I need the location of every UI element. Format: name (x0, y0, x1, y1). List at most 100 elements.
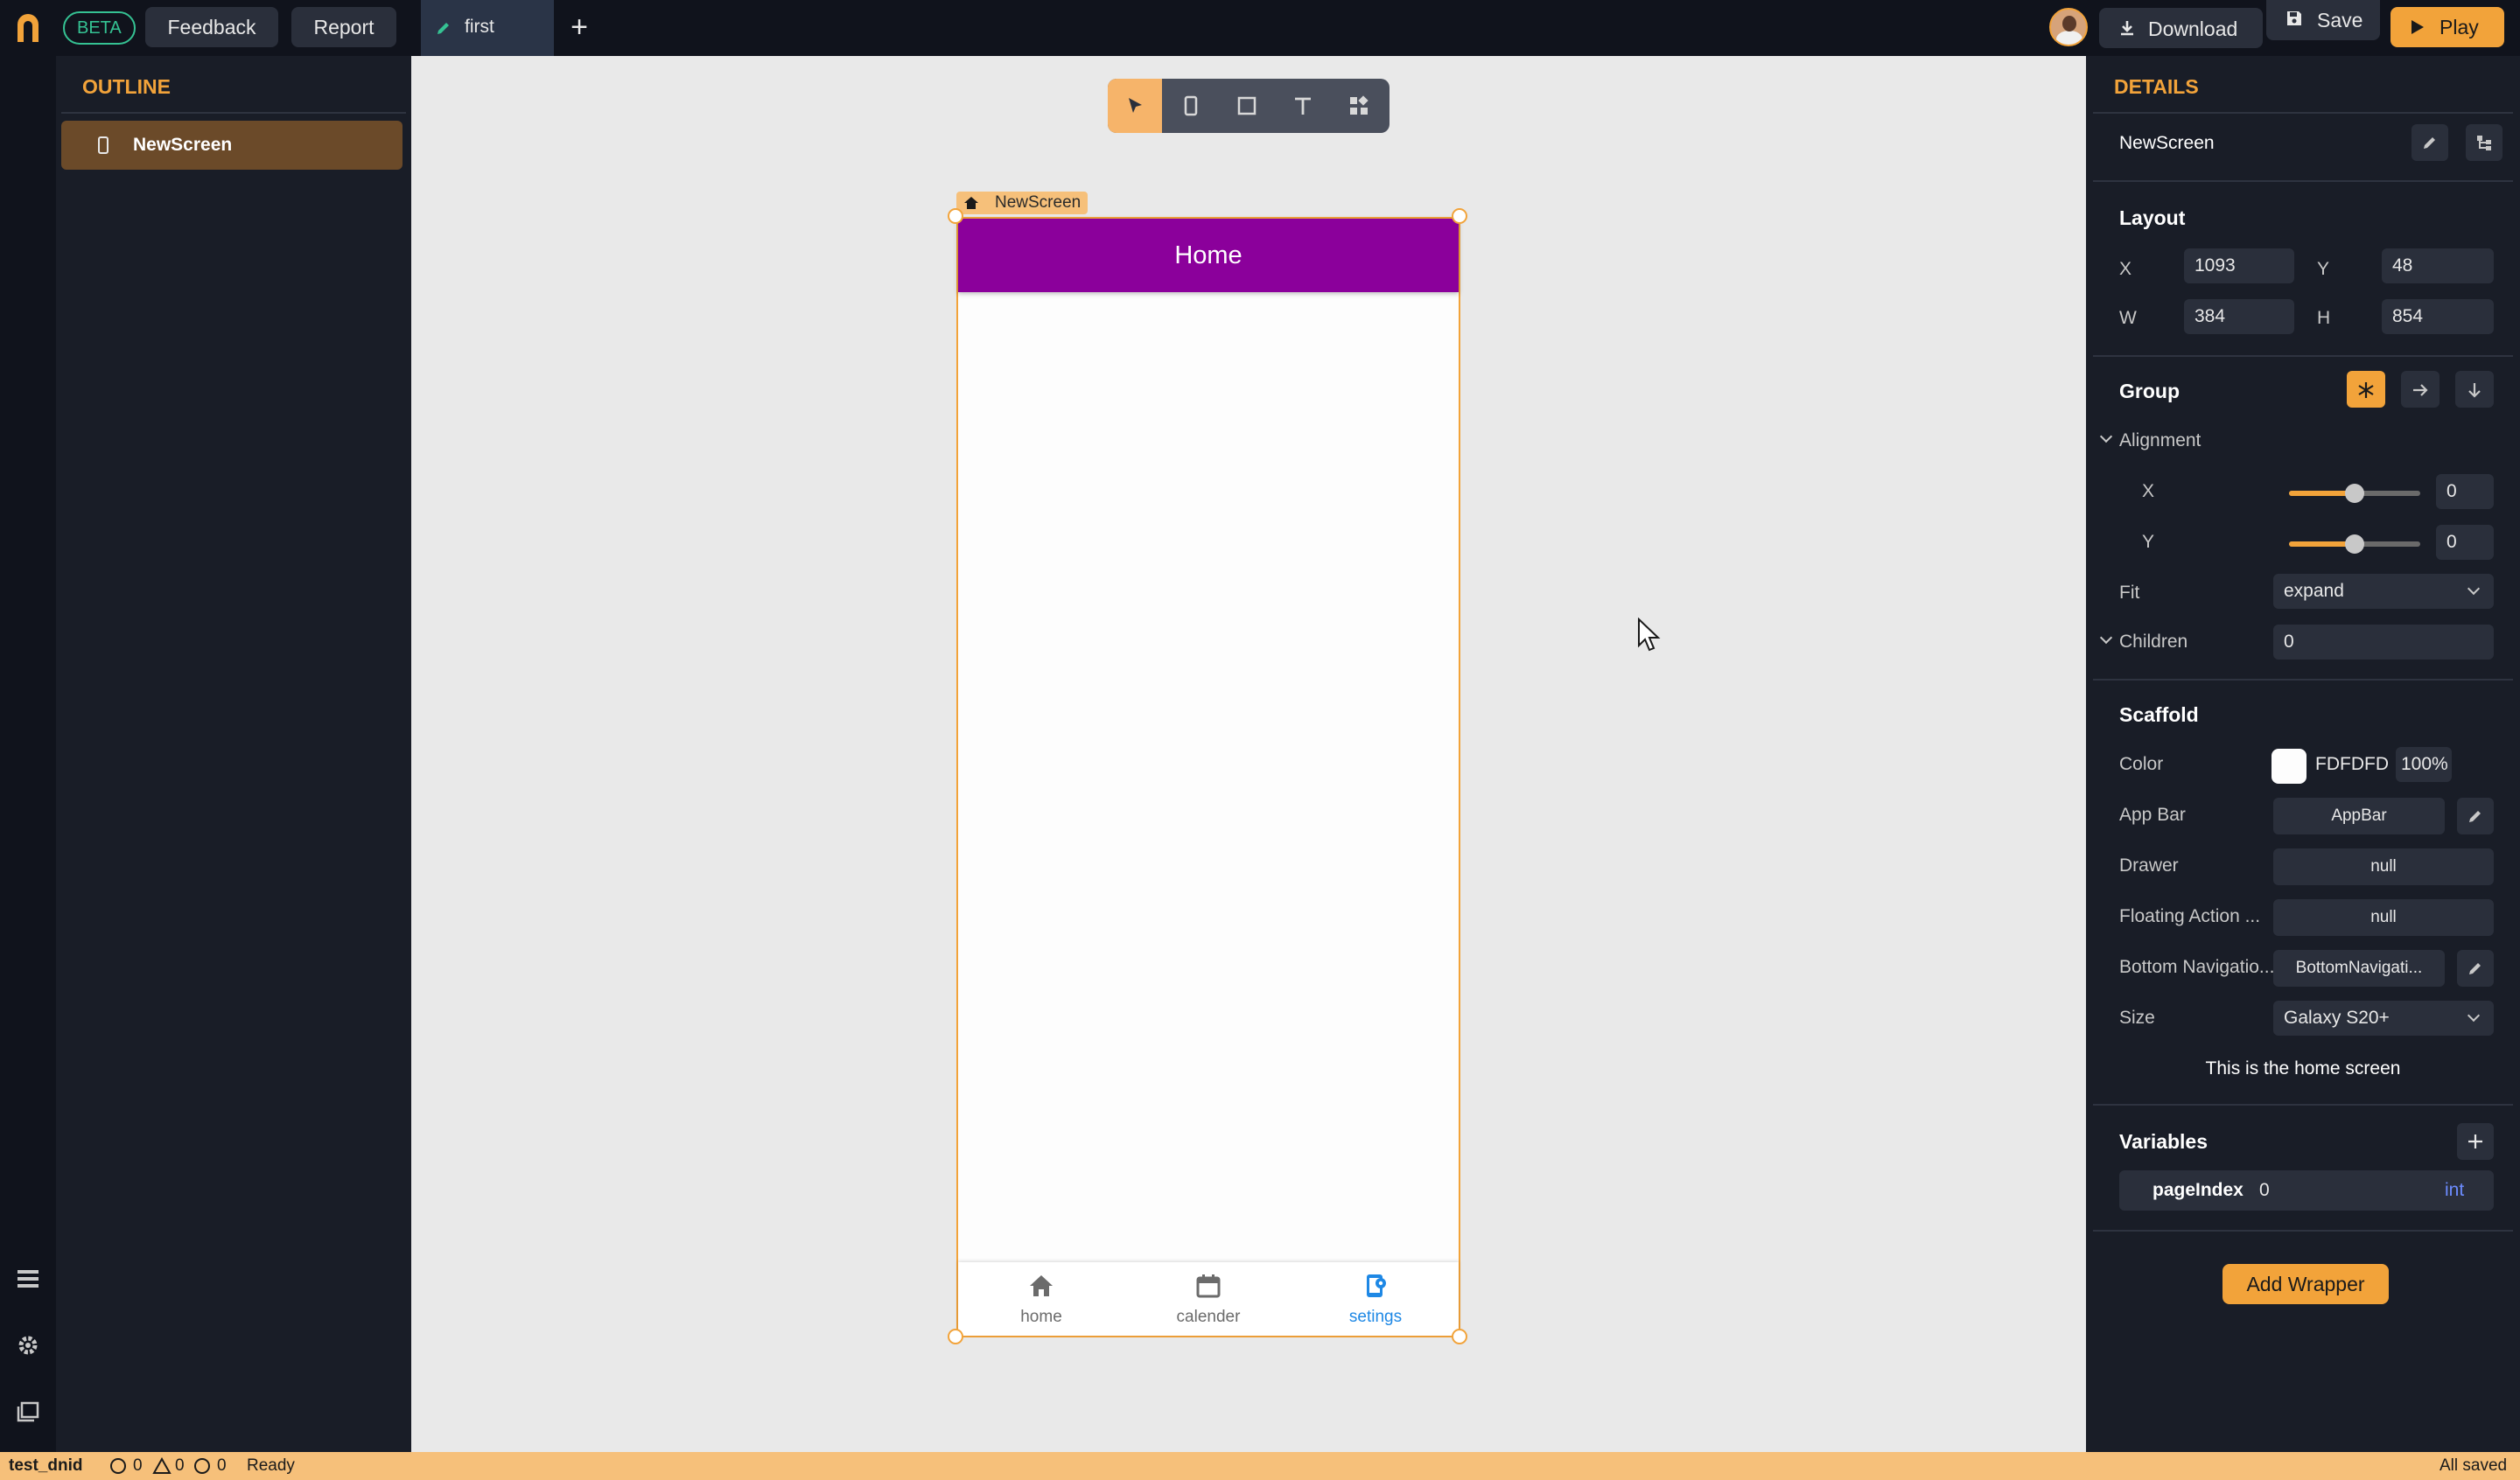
children-label: Children (2119, 632, 2188, 652)
variable-name: pageIndex (2152, 1180, 2244, 1200)
home-icon (1030, 1275, 1053, 1296)
nav-label-calender: calender (1176, 1308, 1241, 1326)
outline-divider (61, 112, 406, 114)
variables-heading: Variables (2119, 1130, 2208, 1153)
resize-handle-bottom-right[interactable] (1452, 1329, 1467, 1344)
layout-x-input[interactable]: 1093 (2184, 248, 2294, 283)
warning-count[interactable]: 0 (175, 1456, 185, 1476)
user-avatar[interactable] (2049, 8, 2088, 46)
error-count[interactable]: 0 (133, 1456, 143, 1476)
screen-tag-label: NewScreen (995, 193, 1082, 212)
layers-list-icon[interactable] (16, 1267, 40, 1291)
download-button[interactable]: Download (2099, 8, 2263, 48)
fab-value-button[interactable]: null (2273, 899, 2494, 936)
edit-appbar-button[interactable] (2457, 798, 2494, 834)
bottomnav-value-button[interactable]: BottomNavigati... (2273, 950, 2445, 987)
size-select[interactable]: Galaxy S20+ (2273, 1001, 2494, 1036)
variable-type[interactable]: int (2445, 1180, 2464, 1201)
feedback-button[interactable]: Feedback (145, 7, 278, 47)
variable-row[interactable]: pageIndex 0 int (2119, 1170, 2494, 1211)
cursor-icon (1129, 98, 1142, 113)
appbar-value-button[interactable]: AppBar (2273, 798, 2445, 834)
status-text: Ready (247, 1456, 295, 1475)
save-button[interactable]: Save (2266, 0, 2380, 40)
download-icon (2121, 21, 2133, 36)
warning-icon (152, 1457, 172, 1474)
resize-handle-bottom-left[interactable] (948, 1329, 963, 1344)
slider-thumb[interactable] (2345, 484, 2364, 503)
outline-item-newscreen[interactable]: NewScreen (61, 121, 402, 170)
nav-item-setings[interactable]: setings (1292, 1262, 1459, 1336)
align-x-input[interactable]: 0 (2436, 474, 2494, 509)
beta-badge: BETA (63, 11, 136, 45)
info-count[interactable]: 0 (217, 1456, 227, 1476)
avatar-head (2062, 16, 2076, 31)
rectangle-tool[interactable] (1220, 79, 1274, 133)
rename-button[interactable] (2412, 124, 2448, 161)
align-y-slider[interactable] (2289, 534, 2420, 554)
bottom-navigation[interactable]: home calender setings (958, 1262, 1459, 1336)
align-y-label: Y (2142, 532, 2155, 552)
mouse-pointer-icon (1638, 618, 1661, 652)
chevron-down-icon[interactable] (2099, 631, 2113, 645)
variable-value[interactable]: 0 (2259, 1180, 2270, 1201)
text-icon (1295, 97, 1311, 115)
fit-label: Fit (2119, 583, 2140, 603)
tab-first[interactable]: first (421, 0, 554, 56)
color-opacity[interactable]: 100% (2396, 747, 2452, 782)
phone-screen[interactable]: Home home calender setings (956, 217, 1460, 1337)
group-column-button[interactable] (2455, 371, 2494, 408)
text-tool[interactable] (1276, 79, 1330, 133)
add-wrapper-button[interactable]: Add Wrapper (2222, 1264, 2389, 1304)
app-bar[interactable]: Home (958, 219, 1459, 292)
layout-y-label: Y (2317, 259, 2330, 279)
nav-item-home[interactable]: home (958, 1262, 1124, 1336)
align-y-input[interactable]: 0 (2436, 525, 2494, 560)
layout-heading: Layout (2119, 206, 2186, 229)
calendar-icon (1196, 1274, 1221, 1298)
play-button[interactable]: Play (2390, 7, 2504, 47)
device-tool[interactable] (1164, 79, 1218, 133)
drawer-value-button[interactable]: null (2273, 848, 2494, 885)
report-button[interactable]: Report (291, 7, 396, 47)
arrow-down-icon (2468, 383, 2481, 398)
color-hex[interactable]: FDFDFD (2315, 754, 2389, 775)
fit-select[interactable]: expand (2273, 574, 2494, 609)
group-stack-button[interactable] (2347, 371, 2385, 408)
nav-label-setings: setings (1348, 1308, 1403, 1326)
widgets-tool[interactable] (1332, 79, 1386, 133)
appbar-label: App Bar (2119, 805, 2186, 825)
add-tab-icon[interactable]: + (567, 12, 592, 44)
chevron-down-icon[interactable] (2099, 429, 2113, 443)
tab-label: first (465, 17, 494, 37)
align-x-slider[interactable] (2289, 484, 2420, 503)
color-swatch[interactable] (2272, 749, 2306, 784)
group-row-button[interactable] (2401, 371, 2440, 408)
drawer-label: Drawer (2119, 855, 2179, 876)
nav-item-calender[interactable]: calender (1125, 1262, 1292, 1336)
resize-handle-top-left[interactable] (948, 208, 963, 224)
edit-bottomnav-button[interactable] (2457, 950, 2494, 987)
chevron-down-icon (2467, 582, 2481, 596)
layout-w-input[interactable]: 384 (2184, 299, 2294, 334)
color-label: Color (2119, 754, 2164, 774)
folder-icon[interactable] (16, 1400, 40, 1424)
pencil-icon (438, 23, 449, 34)
gear-icon[interactable] (16, 1333, 40, 1358)
children-input[interactable]: 0 (2273, 625, 2494, 660)
home-icon (964, 197, 978, 209)
layout-y-input[interactable]: 48 (2382, 248, 2494, 283)
save-status: All saved (2440, 1456, 2508, 1475)
tree-button[interactable] (2466, 124, 2502, 161)
add-variable-button[interactable] (2457, 1123, 2494, 1160)
cursor-tool[interactable] (1108, 79, 1162, 133)
resize-handle-top-right[interactable] (1452, 208, 1467, 224)
screen-tag[interactable]: NewScreen (956, 192, 1088, 214)
phone-icon (98, 136, 108, 154)
layout-h-input[interactable]: 854 (2382, 299, 2494, 334)
alignment-label: Alignment (2119, 430, 2202, 450)
plus-icon (2468, 1134, 2482, 1148)
details-divider (2093, 355, 2513, 357)
slider-thumb[interactable] (2345, 534, 2364, 554)
pencil-icon (2424, 137, 2435, 149)
